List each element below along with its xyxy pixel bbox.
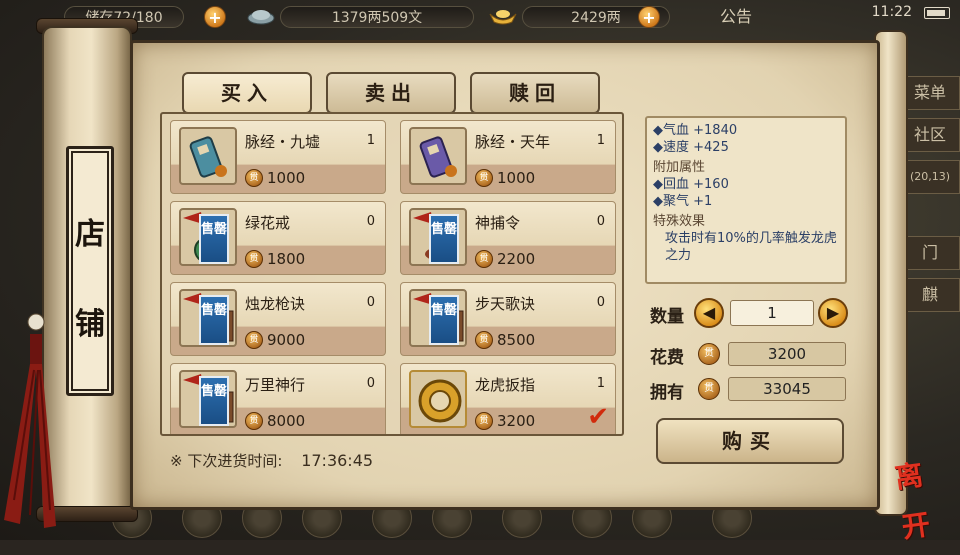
item-detail-panel: ◆气血 +1840 ◆速度 +425 附加属性 ◆回血 +160 ◆聚气 +1 … [645, 116, 847, 284]
sold-out-badge: 售罄 [199, 214, 229, 264]
quantity-label: 数量 [650, 307, 684, 327]
add-ingot-button[interactable]: + [638, 6, 660, 28]
special-effect-text: 攻击时有10%的几率触发龙虎之力 [665, 231, 837, 263]
item-name: 步天歌诀 [475, 295, 536, 313]
cost-value: 3200 [728, 342, 846, 366]
copper-icon [246, 6, 276, 28]
coin-icon: 贯 [475, 412, 493, 430]
item-price: 1000 [267, 169, 306, 187]
coin-icon: 贯 [245, 331, 263, 349]
top-resource-bar: 储存72/180 + 1379两509文 2429两 + 公告 [60, 0, 960, 34]
side-gate-button[interactable]: 门 [900, 236, 960, 270]
tab-buy[interactable]: 买入 [182, 72, 312, 114]
item-count: 0 [596, 295, 605, 310]
coin-icon: 贯 [698, 378, 720, 400]
coin-icon: 贯 [245, 169, 263, 187]
book-icon: 售罄 [409, 289, 467, 347]
selected-check-icon: ✔ [587, 402, 609, 432]
list-item[interactable]: 售罄 烛龙枪诀 0 贯 9000 [170, 282, 386, 356]
restock-time: 17:36:45 [301, 451, 374, 470]
coin-icon: 贯 [475, 331, 493, 349]
tassel-icon [4, 313, 56, 528]
list-item[interactable]: 售罄 步天歌诀 0 贯 8500 [400, 282, 616, 356]
stat-line: ◆回血 +160 [653, 177, 729, 192]
shop-title-plaque: 店 铺 [66, 146, 114, 396]
owned-value: 33045 [728, 377, 846, 401]
tab-sell[interactable]: 卖出 [326, 72, 456, 114]
battery-icon [924, 7, 950, 19]
list-item[interactable]: 售罄 神捕令 0 贯 2200 [400, 201, 616, 275]
add-storage-button[interactable]: + [204, 6, 226, 28]
item-price: 3200 [497, 412, 536, 430]
item-name: 脉经・天年 [475, 133, 551, 151]
sold-out-badge: 售罄 [199, 376, 229, 426]
sold-out-badge: 售罄 [199, 295, 229, 345]
item-price: 8000 [267, 412, 306, 430]
coin-icon: 贯 [245, 412, 263, 430]
book-icon: 售罄 [179, 370, 237, 428]
item-count: 1 [596, 133, 605, 148]
menu-button[interactable]: 菜单 [900, 76, 960, 110]
extra-attributes-title: 附加属性 [653, 160, 706, 175]
book-icon: 售罄 [179, 289, 237, 347]
item-list: 脉经・九墟 1 贯 1000 脉经・天年 1 贯 1000 售罄 绿花戒 0 贯… [160, 112, 624, 436]
item-price: 1800 [267, 250, 306, 268]
ring-icon: 售罄 [179, 208, 237, 266]
item-count: 0 [366, 376, 375, 391]
scroll-icon [409, 127, 467, 185]
restock-label: ※ 下次进货时间: [170, 452, 283, 470]
restock-timer: ※ 下次进货时间: 17:36:45 [170, 450, 373, 471]
item-count: 1 [366, 133, 375, 148]
coin-icon: 贯 [475, 250, 493, 268]
item-price: 8500 [497, 331, 536, 349]
item-price: 2200 [497, 250, 536, 268]
shop-title-char-2: 铺 [75, 307, 105, 342]
community-button[interactable]: 社区 [900, 118, 960, 152]
item-count: 0 [366, 295, 375, 310]
side-qilin-button[interactable]: 麒 [900, 278, 960, 312]
item-name: 神捕令 [475, 214, 521, 232]
item-count: 1 [596, 376, 605, 391]
tab-redeem[interactable]: 赎回 [470, 72, 600, 114]
coin-icon: 贯 [245, 250, 263, 268]
coin-icon: 贯 [698, 343, 720, 365]
special-effect-title: 特殊效果 [653, 214, 706, 229]
sold-out-badge: 售罄 [429, 295, 459, 345]
coordinates-label: (20,13) [900, 160, 960, 194]
owned-label: 拥有 [650, 383, 684, 403]
decrease-quantity-button[interactable]: ◀ [694, 298, 724, 328]
cost-label: 花费 [650, 348, 684, 368]
increase-quantity-button[interactable]: ▶ [818, 298, 848, 328]
item-price: 1000 [497, 169, 536, 187]
list-item[interactable]: 售罄 万里神行 0 贯 8000 [170, 363, 386, 434]
list-item[interactable]: 脉经・天年 1 贯 1000 [400, 120, 616, 194]
scroll-icon [179, 127, 237, 185]
quantity-field[interactable]: 1 [730, 300, 814, 326]
list-item[interactable]: 脉经・九墟 1 贯 1000 [170, 120, 386, 194]
item-name: 龙虎扳指 [475, 376, 536, 394]
leave-button[interactable]: 离开 [881, 449, 937, 544]
gold-ring-icon [409, 370, 467, 428]
copper-amount: 1379两509文 [280, 6, 474, 28]
stat-line: ◆速度 +425 [653, 140, 729, 155]
clock: 11:22 [871, 4, 912, 20]
item-name: 绿花戒 [245, 214, 291, 232]
list-item-selected[interactable]: 龙虎扳指 1 贯 3200 ✔ [400, 363, 616, 434]
item-name: 脉经・九墟 [245, 133, 321, 151]
item-name: 万里神行 [245, 376, 306, 394]
coin-icon: 贯 [475, 169, 493, 187]
item-count: 0 [366, 214, 375, 229]
item-count: 0 [596, 214, 605, 229]
item-name: 烛龙枪诀 [245, 295, 306, 313]
stat-line: ◆聚气 +1 [653, 194, 713, 209]
shop-title-char-1: 店 [75, 217, 105, 252]
ingot-icon [488, 6, 518, 28]
sold-out-badge: 售罄 [429, 214, 459, 264]
token-icon: 售罄 [409, 208, 467, 266]
stat-line: ◆气血 +1840 [653, 123, 738, 138]
notice-button[interactable]: 公告 [720, 6, 752, 28]
buy-button[interactable]: 购买 [656, 418, 844, 464]
list-item[interactable]: 售罄 绿花戒 0 贯 1800 [170, 201, 386, 275]
item-price: 9000 [267, 331, 306, 349]
